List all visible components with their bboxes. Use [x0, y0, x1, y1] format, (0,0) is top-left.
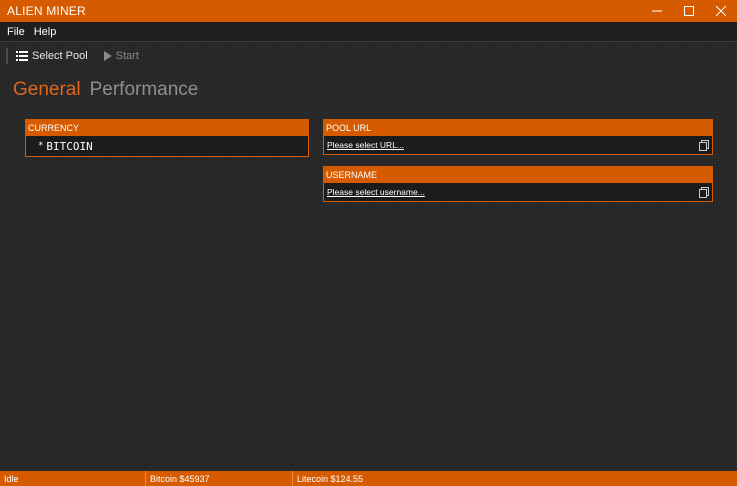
- status-bar: Idle Bitcoin $45937 Litecoin $124.55: [0, 471, 737, 486]
- maximize-icon: [684, 6, 694, 16]
- toolbar-grip: [6, 48, 8, 64]
- currency-header: CURRENCY: [25, 119, 309, 136]
- username-value[interactable]: Please select username...: [327, 187, 425, 197]
- menu-file[interactable]: File: [7, 26, 25, 38]
- currency-label: BITCOIN: [46, 139, 93, 153]
- menu-help[interactable]: Help: [34, 26, 57, 38]
- minimize-icon: [652, 10, 662, 12]
- minimize-button[interactable]: [641, 0, 673, 22]
- play-icon: [103, 51, 112, 61]
- status-litecoin-price: Litecoin $124.55: [292, 471, 492, 486]
- toolbar: Select Pool Start: [0, 43, 737, 69]
- close-icon: [716, 6, 726, 16]
- copy-icon[interactable]: [699, 139, 709, 151]
- tab-strip: General Performance: [13, 79, 207, 101]
- tab-general[interactable]: General: [13, 79, 81, 101]
- pool-url-value[interactable]: Please select URL...: [327, 140, 404, 150]
- start-label: Start: [115, 50, 139, 62]
- currency-bullet: *: [38, 141, 44, 151]
- maximize-button[interactable]: [673, 0, 705, 22]
- menu-bar: File Help: [0, 22, 737, 42]
- username-header: USERNAME: [323, 166, 713, 183]
- currency-panel: CURRENCY * BITCOIN: [25, 119, 309, 157]
- pool-url-header: POOL URL: [323, 119, 713, 136]
- status-state: Idle: [4, 473, 19, 484]
- username-panel: USERNAME Please select username...: [323, 166, 713, 202]
- select-pool-button[interactable]: Select Pool: [16, 50, 88, 62]
- close-button[interactable]: [705, 0, 737, 22]
- title-bar[interactable]: ALIEN MINER: [0, 0, 737, 22]
- list-icon: [16, 51, 28, 61]
- window-title: ALIEN MINER: [7, 4, 86, 18]
- start-button[interactable]: Start: [103, 50, 139, 62]
- window-controls: [641, 0, 737, 22]
- copy-icon[interactable]: [699, 186, 709, 198]
- status-bitcoin-price: Bitcoin $45937: [145, 471, 292, 486]
- username-field[interactable]: Please select username...: [323, 183, 713, 202]
- app-window: ALIEN MINER File Help Select Pool Start …: [0, 0, 737, 486]
- select-pool-label: Select Pool: [32, 50, 88, 62]
- currency-item-bitcoin[interactable]: * BITCOIN: [38, 140, 93, 153]
- pool-url-panel: POOL URL Please select URL...: [323, 119, 713, 155]
- pool-url-field[interactable]: Please select URL...: [323, 136, 713, 155]
- currency-list[interactable]: * BITCOIN: [25, 136, 309, 157]
- tab-performance[interactable]: Performance: [90, 79, 199, 101]
